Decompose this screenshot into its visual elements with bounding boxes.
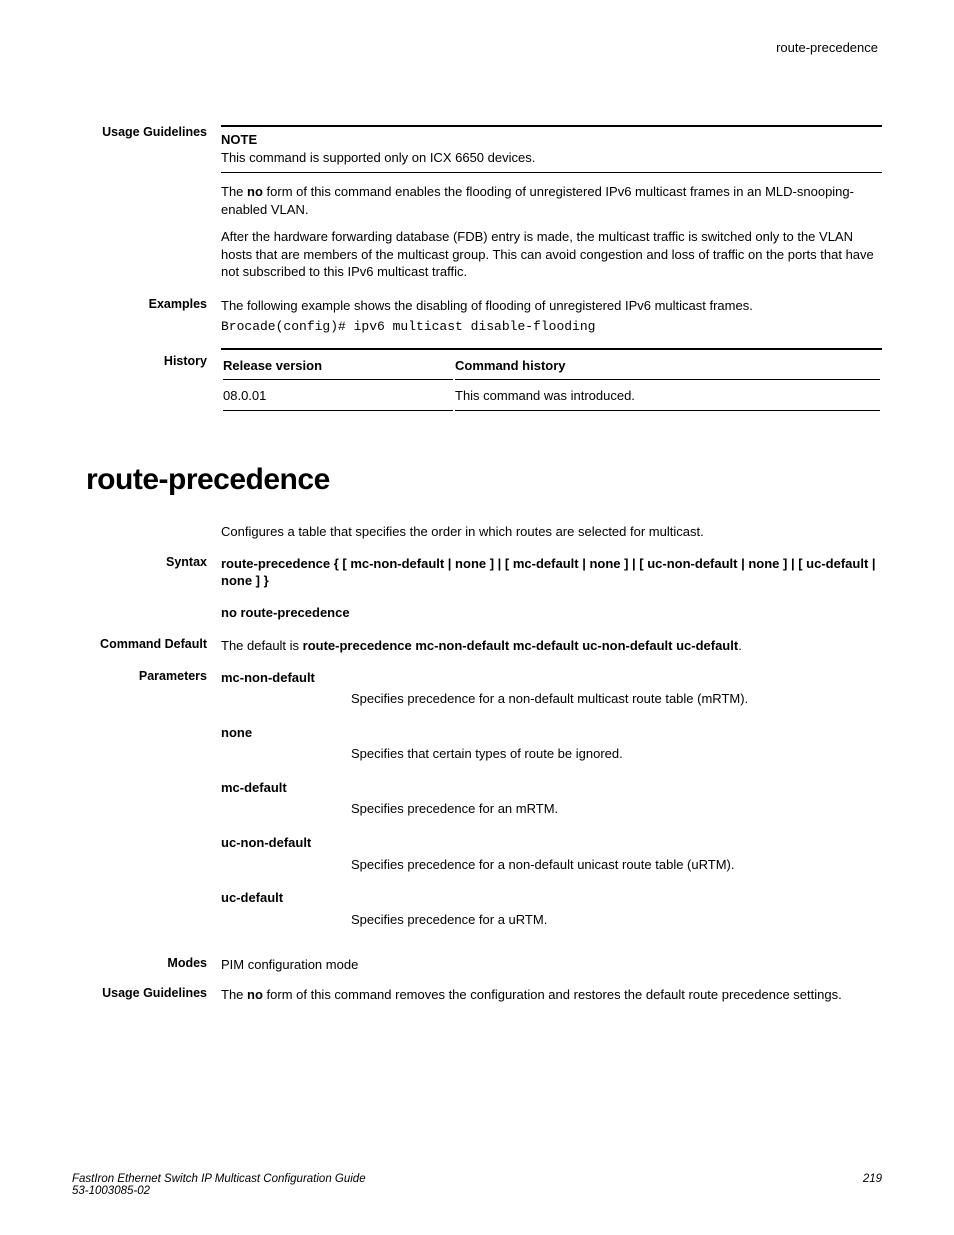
param-term: none — [221, 724, 882, 742]
note-block: NOTE This command is supported only on I… — [221, 125, 882, 173]
label-modes: Modes — [72, 956, 221, 974]
param-term: uc-non-default — [221, 834, 882, 852]
footer-doc-title: FastIron Ethernet Switch IP Multicast Co… — [72, 1173, 366, 1185]
label-parameters: Parameters — [72, 669, 221, 944]
command-default-text: The default is route-precedence mc-non-d… — [221, 637, 882, 655]
modes-text: PIM configuration mode — [221, 956, 882, 974]
running-header: route-precedence — [72, 40, 882, 55]
usage-guidelines-text: The no form of this command removes the … — [221, 986, 882, 1004]
param-term: uc-default — [221, 889, 882, 907]
label-examples: Examples — [72, 297, 221, 342]
label-command-default: Command Default — [72, 637, 221, 655]
usage-para-2: After the hardware forwarding database (… — [221, 228, 882, 281]
history-header-release: Release version — [223, 352, 453, 381]
param-desc: Specifies precedence for a non-default m… — [351, 690, 882, 708]
param-desc: Specifies precedence for a uRTM. — [351, 911, 882, 929]
footer-doc-number: 53-1003085-02 — [72, 1185, 366, 1197]
param-term: mc-non-default — [221, 669, 882, 687]
label-usage-guidelines: Usage Guidelines — [72, 125, 221, 291]
param-desc: Specifies that certain types of route be… — [351, 745, 882, 763]
note-text: This command is supported only on ICX 66… — [221, 149, 882, 167]
label-syntax: Syntax — [72, 555, 221, 636]
param-desc: Specifies precedence for an mRTM. — [351, 800, 882, 818]
table-row: 08.0.01 This command was introduced. — [223, 382, 880, 411]
page-footer: FastIron Ethernet Switch IP Multicast Co… — [72, 1173, 882, 1197]
command-title: route-precedence — [86, 463, 882, 497]
label-history: History — [72, 348, 221, 413]
example-code: Brocade(config)# ipv6 multicast disable-… — [221, 318, 882, 336]
param-desc: Specifies precedence for a non-default u… — [351, 856, 882, 874]
parameters-list: mc-non-default Specifies precedence for … — [221, 669, 882, 944]
example-intro: The following example shows the disablin… — [221, 297, 882, 315]
history-table: Release version Command history 08.0.01 … — [221, 348, 882, 413]
syntax-line: route-precedence { [ mc-non-default | no… — [221, 555, 882, 590]
history-header-command: Command history — [455, 352, 880, 381]
usage-para-1: The no form of this command enables the … — [221, 183, 882, 218]
note-title: NOTE — [221, 131, 882, 149]
param-term: mc-default — [221, 779, 882, 797]
command-description: Configures a table that specifies the or… — [221, 523, 882, 541]
label-usage-guidelines-2: Usage Guidelines — [72, 986, 221, 1004]
page-number: 219 — [863, 1173, 882, 1197]
syntax-no-form: no route-precedence — [221, 604, 882, 622]
